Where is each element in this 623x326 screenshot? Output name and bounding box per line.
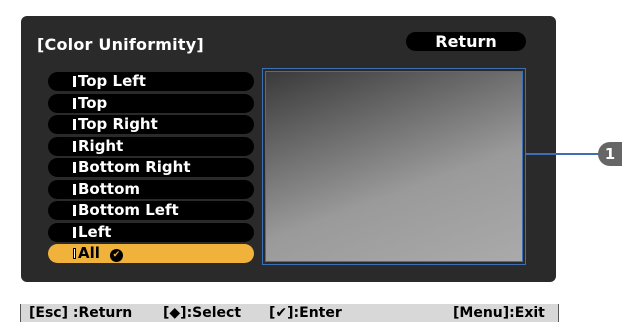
menu-item-label: Top xyxy=(78,93,108,112)
enter-icon: ✔ xyxy=(109,249,123,262)
checkbox-icon xyxy=(73,183,76,195)
menu-item-all[interactable]: All ✔ xyxy=(48,244,254,263)
menu-item-top[interactable]: Top xyxy=(48,93,254,113)
checkbox-icon xyxy=(73,205,76,216)
menu-item-top-left[interactable]: Top Left xyxy=(48,72,254,91)
callout-line xyxy=(526,153,604,155)
menu-item-bottom-left[interactable]: Bottom Left xyxy=(48,201,254,220)
callout-number: 1 xyxy=(598,142,622,166)
checkbox-icon xyxy=(73,119,76,130)
help-menu-exit: [Menu]:Exit xyxy=(453,305,545,321)
help-esc-return: [Esc] :Return xyxy=(29,305,133,321)
menu-item-label: Bottom xyxy=(78,179,141,198)
help-select: [◆]:Select xyxy=(163,305,242,321)
menu-item-top-right[interactable]: Top Right xyxy=(48,115,254,134)
checkbox-icon xyxy=(73,226,76,238)
menu-item-bottom[interactable]: Bottom xyxy=(48,179,254,199)
checkbox-icon xyxy=(73,248,76,259)
panel-title: [Color Uniformity] xyxy=(37,35,204,54)
menu-item-label: Right xyxy=(78,136,124,155)
menu-item-label: Top Right xyxy=(78,115,158,133)
help-bar: [Esc] :Return [◆]:Select [✔]:Enter [Menu… xyxy=(20,304,559,322)
menu-item-label: Bottom Left xyxy=(78,201,179,219)
preview-gradient xyxy=(265,71,523,262)
checkbox-icon xyxy=(73,140,76,152)
checkbox-icon xyxy=(73,97,76,109)
menu-item-label-wrap: All ✔ xyxy=(78,244,123,263)
menu-item-label: Bottom Right xyxy=(78,158,191,176)
return-button[interactable]: Return xyxy=(406,32,526,51)
menu-item-label: All xyxy=(78,244,100,262)
menu-item-bottom-right[interactable]: Bottom Right xyxy=(48,158,254,177)
menu-item-left[interactable]: Left xyxy=(48,222,254,242)
menu-item-label: Left xyxy=(78,222,112,241)
uniformity-preview xyxy=(262,68,526,265)
checkbox-icon xyxy=(73,162,76,173)
checkbox-icon xyxy=(73,76,76,87)
menu-item-label: Top Left xyxy=(78,72,146,90)
position-menu: Top Left Top Top Right Right Bottom Righ… xyxy=(48,72,254,266)
menu-item-right[interactable]: Right xyxy=(48,136,254,156)
help-enter: [✔]:Enter xyxy=(269,305,342,321)
